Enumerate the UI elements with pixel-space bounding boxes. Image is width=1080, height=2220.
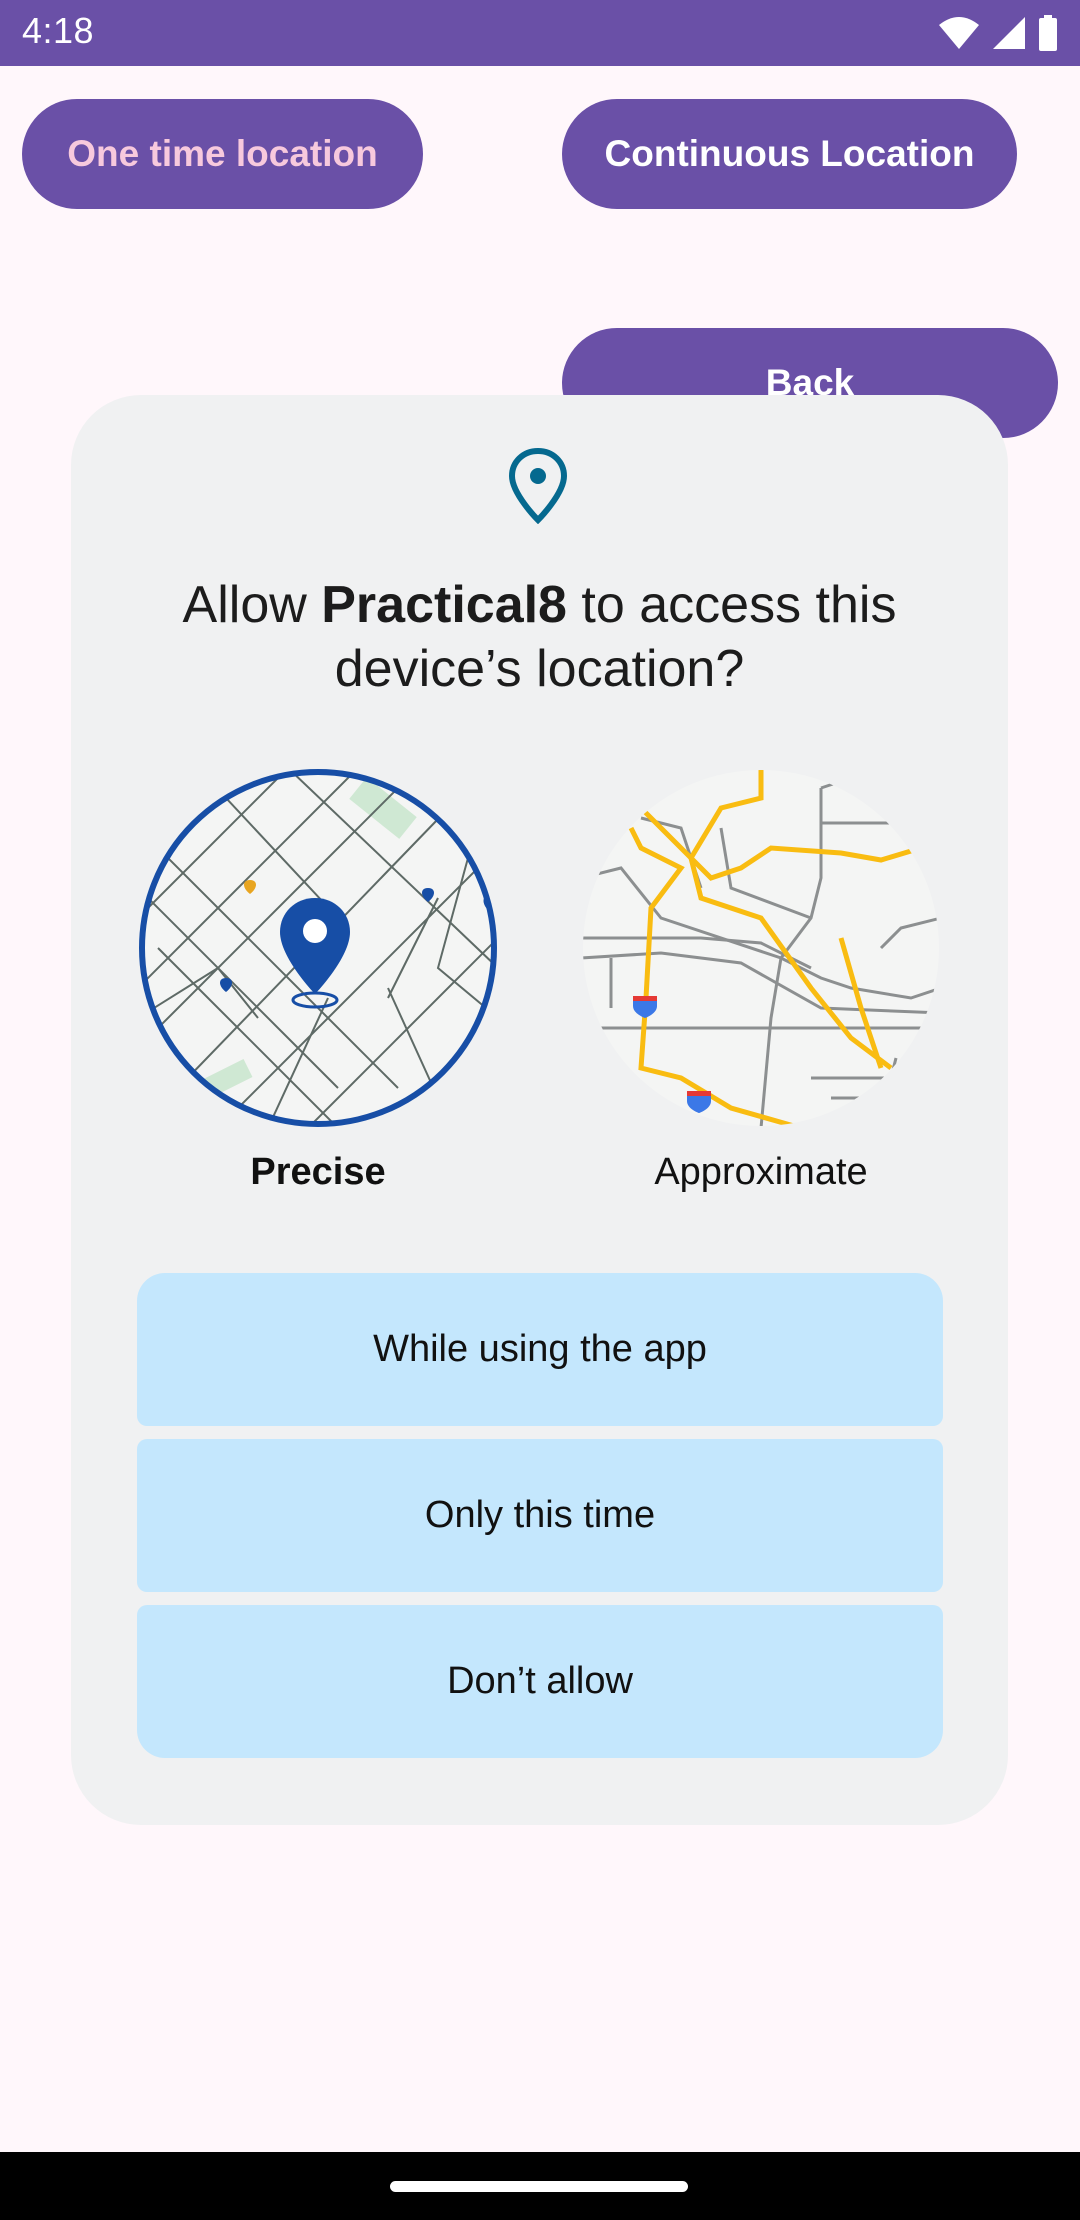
signal-icon: [993, 17, 1025, 49]
dialog-title-prefix: Allow: [182, 576, 322, 634]
dialog-app-name: Practical8: [321, 576, 567, 634]
location-permission-dialog: Allow Practical8 to access this device’s…: [71, 395, 1008, 1825]
continuous-location-button[interactable]: Continuous Location: [562, 99, 1017, 209]
precise-label[interactable]: Precise: [138, 1151, 498, 1194]
status-time: 4:18: [22, 10, 95, 51]
status-bar: 4:18: [0, 0, 1080, 66]
navigation-bar: [0, 2152, 1080, 2220]
status-icons: [938, 14, 1058, 52]
while-using-app-button[interactable]: While using the app: [137, 1273, 943, 1426]
one-time-location-button[interactable]: One time location: [22, 99, 423, 209]
dialog-title: Allow Practical8 to access this device’s…: [111, 573, 968, 701]
location-pin-icon: [508, 448, 568, 524]
dont-allow-button[interactable]: Don’t allow: [137, 1605, 943, 1758]
approximate-location-map[interactable]: [581, 768, 941, 1128]
precise-location-map[interactable]: [138, 768, 498, 1128]
home-gesture-handle[interactable]: [390, 2181, 688, 2192]
approximate-label[interactable]: Approximate: [581, 1151, 941, 1194]
only-this-time-button[interactable]: Only this time: [137, 1439, 943, 1592]
battery-icon: [1039, 15, 1057, 51]
wifi-icon: [939, 17, 979, 49]
